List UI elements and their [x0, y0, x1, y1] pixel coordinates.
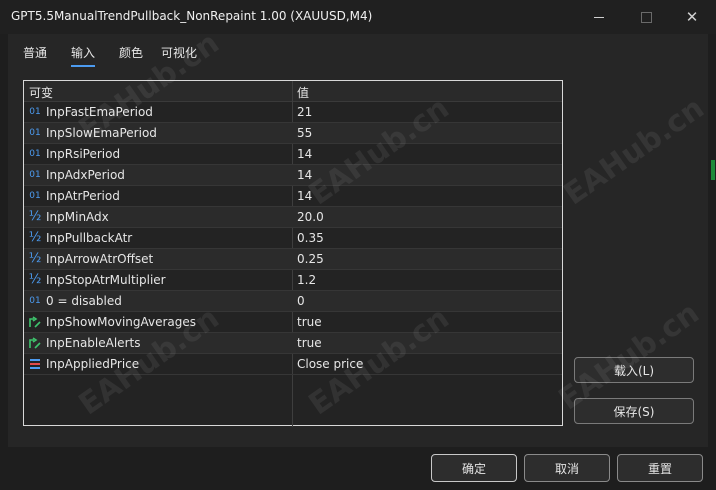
param-value[interactable]: 0 [297, 294, 305, 308]
maximize-icon [640, 11, 652, 23]
table-row[interactable]: 01 InpAdxPeriod 14 [24, 165, 562, 186]
double-type-icon: ½ [28, 251, 42, 266]
close-button[interactable]: ✕ [679, 6, 705, 28]
table-row[interactable]: InpEnableAlerts true [24, 333, 562, 354]
window-title: GPT5.5ManualTrendPullback_NonRepaint 1.0… [11, 9, 373, 23]
double-type-icon: ½ [28, 209, 42, 224]
inputs-grid: 可变 值 01 InpFastEmaPeriod 21 01 InpSlowEmaPer… [23, 80, 563, 427]
watermark: EAHub.cn [557, 90, 711, 213]
maximize-button[interactable] [633, 6, 659, 28]
param-name: InpRsiPeriod [46, 147, 121, 161]
table-row[interactable]: 01 0 = disabled 0 [24, 291, 562, 312]
integer-type-icon: 01 [29, 128, 41, 138]
param-value[interactable]: 0.25 [297, 252, 324, 266]
table-row[interactable]: InpAppliedPrice Close price [24, 354, 562, 375]
param-name: InpFastEmaPeriod [46, 105, 153, 119]
boolean-type-icon [27, 336, 43, 350]
param-value[interactable]: 14 [297, 189, 312, 203]
table-row[interactable]: ½ InpStopAtrMultiplier 1.2 [24, 270, 562, 291]
integer-type-icon: 01 [29, 149, 41, 159]
param-name: InpSlowEmaPeriod [46, 126, 157, 140]
param-value[interactable]: 0.35 [297, 231, 324, 245]
double-type-icon: ½ [28, 272, 42, 287]
param-value[interactable]: true [297, 315, 322, 329]
param-name: InpAtrPeriod [46, 189, 120, 203]
param-name: InpStopAtrMultiplier [46, 273, 166, 287]
tab-inputs[interactable]: 输入 [71, 44, 96, 67]
param-name: InpAdxPeriod [46, 168, 125, 182]
param-name: InpShowMovingAverages [46, 315, 197, 329]
header-variable[interactable]: 可变 [29, 84, 53, 101]
cancel-button[interactable]: 取消 [524, 454, 610, 482]
title-bar: GPT5.5ManualTrendPullback_NonRepaint 1.0… [0, 0, 716, 34]
table-row[interactable]: ½ InpMinAdx 20.0 [24, 207, 562, 228]
param-name: InpEnableAlerts [46, 336, 141, 350]
load-button[interactable]: 载入(L) [574, 357, 694, 383]
param-name: InpAppliedPrice [46, 357, 140, 371]
minimize-button[interactable] [586, 6, 612, 28]
enum-type-icon [27, 357, 43, 371]
grid-header: 可变 值 [24, 81, 562, 102]
param-value[interactable]: 14 [297, 168, 312, 182]
integer-type-icon: 01 [29, 107, 41, 117]
param-value[interactable]: 1.2 [297, 273, 316, 287]
table-row[interactable]: 01 InpRsiPeriod 14 [24, 144, 562, 165]
reset-button[interactable]: 重置 [617, 454, 703, 482]
tab-general[interactable]: 普通 [23, 44, 47, 61]
save-button[interactable]: 保存(S) [574, 398, 694, 424]
param-value[interactable]: 21 [297, 105, 312, 119]
integer-type-icon: 01 [29, 191, 41, 201]
table-row[interactable]: ½ InpArrowAtrOffset 0.25 [24, 249, 562, 270]
table-row[interactable]: 01 InpSlowEmaPeriod 55 [24, 123, 562, 144]
param-value[interactable]: 20.0 [297, 210, 324, 224]
param-name: InpPullbackAtr [46, 231, 133, 245]
table-row[interactable]: ½ InpPullbackAtr 0.35 [24, 228, 562, 249]
ok-button[interactable]: 确定 [431, 454, 517, 482]
table-row[interactable]: 01 InpAtrPeriod 14 [24, 186, 562, 207]
tab-visualization[interactable]: 可视化 [161, 44, 197, 61]
table-row[interactable]: 01 InpFastEmaPeriod 21 [24, 102, 562, 123]
param-value[interactable]: 55 [297, 126, 312, 140]
param-name: InpMinAdx [46, 210, 109, 224]
param-name: 0 = disabled [46, 294, 122, 308]
param-value[interactable]: true [297, 336, 322, 350]
chart-edge-marker [711, 160, 715, 180]
footer-bar: 确定 取消 重置 [0, 447, 716, 490]
minimize-icon [594, 16, 604, 18]
dialog-panel: 普通 输入 颜色 可视化 可变 值 01 InpFastEmaPeriod 21 01… [8, 26, 711, 447]
table-row[interactable]: InpShowMovingAverages true [24, 312, 562, 333]
param-name: InpArrowAtrOffset [46, 252, 154, 266]
integer-type-icon: 01 [29, 170, 41, 180]
integer-type-icon: 01 [29, 296, 41, 306]
header-value[interactable]: 值 [297, 84, 309, 101]
close-icon: ✕ [685, 8, 699, 26]
param-value[interactable]: 14 [297, 147, 312, 161]
tab-bar: 普通 输入 颜色 可视化 [8, 34, 708, 68]
tab-colors[interactable]: 颜色 [119, 44, 143, 61]
param-value[interactable]: Close price [297, 357, 363, 371]
boolean-type-icon [27, 315, 43, 329]
double-type-icon: ½ [28, 230, 42, 245]
